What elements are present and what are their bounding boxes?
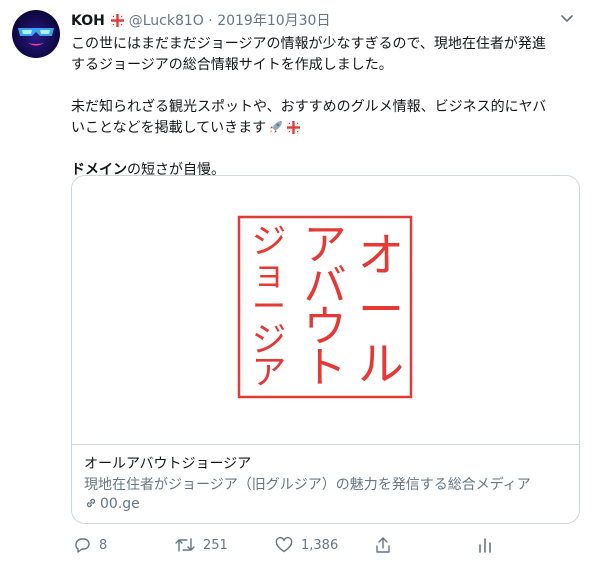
share-button[interactable] xyxy=(374,536,392,554)
georgia-flag-icon xyxy=(286,120,301,135)
card-description: 現地在住者がジョージア（旧グルジア）の魅力を発信する総合メディア xyxy=(84,477,531,493)
retweet-icon xyxy=(175,538,195,552)
like-count: 1,386 xyxy=(301,537,339,553)
card-title: オールアバウトジョージア xyxy=(84,456,252,472)
seal-char: ア xyxy=(252,353,286,393)
rocket-icon xyxy=(270,121,283,133)
georgia-flag-icon xyxy=(111,14,125,27)
share-icon xyxy=(376,537,390,553)
seal-logo: オールアバウトジョージア xyxy=(237,215,413,399)
tweet-date[interactable]: 2019年10月30日 xyxy=(217,13,330,29)
avatar[interactable] xyxy=(12,10,60,58)
tweet-actions: 8 251 1,386 xyxy=(71,536,521,556)
seal-char: ル xyxy=(358,337,404,391)
avatar-image xyxy=(18,28,54,46)
analytics-icon xyxy=(479,538,491,553)
author-name[interactable]: KOH xyxy=(71,13,105,29)
reply-icon xyxy=(75,538,90,553)
like-button[interactable]: 1,386 xyxy=(275,536,338,554)
retweet-button[interactable]: 251 xyxy=(175,536,228,554)
reply-count: 8 xyxy=(99,537,108,553)
tweet-text: この世にはまだまだジョージアの情報が少なすぎるので、現地在住者が発進 するジョー… xyxy=(71,34,576,181)
reply-button[interactable]: 8 xyxy=(73,536,107,554)
separator-dot: · xyxy=(208,13,213,29)
tweet-header: KOH @Luck81O · 2019年10月30日 xyxy=(71,10,575,32)
seal-char: ト xyxy=(303,344,346,394)
seal-char: ー xyxy=(358,282,404,336)
card-link-text: 00.ge xyxy=(100,496,140,512)
tweet-line: いことなどを掲載していきます xyxy=(71,120,267,136)
analytics-button[interactable] xyxy=(476,536,494,554)
link-icon xyxy=(86,498,96,508)
seal-char: オ xyxy=(358,228,404,282)
tweet-line: 未だ知られざる観光スポットや、おすすめのグルメ情報、ビジネス的にヤバ xyxy=(71,99,547,115)
link-card[interactable]: オールアバウトジョージア オールアバウトジョージア 現地在住者がジョージア（旧グ… xyxy=(71,175,580,524)
tweet-line-with-emoji: いことなどを掲載していきます xyxy=(71,118,576,139)
like-icon xyxy=(275,536,293,553)
author-handle[interactable]: @Luck81O xyxy=(129,13,204,29)
caret-down-icon[interactable] xyxy=(559,10,575,26)
tweet-line: この世にはまだまだジョージアの情報が少なすぎるので、現地在住者が発進 xyxy=(71,36,546,52)
retweet-count: 251 xyxy=(203,537,228,553)
card-link[interactable]: 00.ge xyxy=(84,496,140,512)
tweet-line: するジョージアの総合情報サイトを作成しました。 xyxy=(71,57,393,73)
card-image: オールアバウトジョージア xyxy=(72,176,579,445)
